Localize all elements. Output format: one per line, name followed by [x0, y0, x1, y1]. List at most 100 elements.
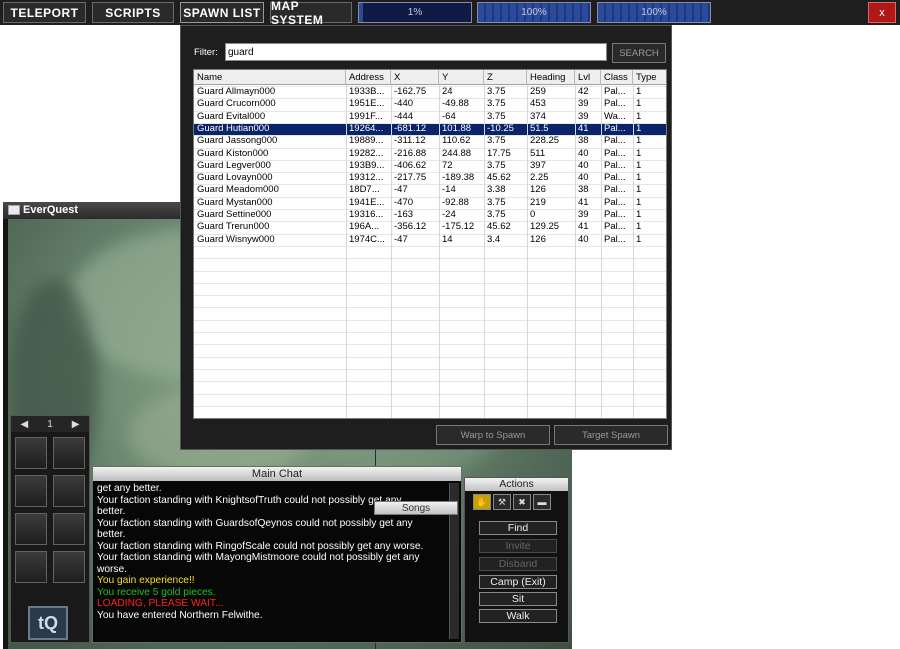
- table-row[interactable]: Guard Legver000 193B9... -406.62 72 3.75 397 4…: [194, 160, 666, 172]
- table-cell: -163: [394, 209, 414, 220]
- table-row[interactable]: Guard Crucorn000 1951E... -440 -49.88 3.75 45…: [194, 98, 666, 110]
- table-cell: 39: [578, 110, 589, 122]
- table-row[interactable]: Guard Hutian000 19264... -681.12 101.88 -10.…: [194, 122, 666, 135]
- disband-button[interactable]: Disband: [479, 557, 557, 571]
- table-cell: 19264...: [349, 122, 384, 134]
- map-system-button[interactable]: MAP SYSTEM: [270, 0, 352, 27]
- table-cell: 1941E...: [349, 196, 385, 208]
- main-chat-title[interactable]: Main Chat: [93, 467, 461, 481]
- table-cell: 3.75: [487, 86, 506, 97]
- inventory-slot[interactable]: [15, 437, 47, 469]
- table-row[interactable]: Guard Evital000 1991F... -444 -64 3.75 374 39 W…: [194, 110, 666, 123]
- invite-button[interactable]: Invite: [479, 539, 557, 553]
- table-cell: 3.75: [487, 110, 506, 122]
- table-cell: 42: [578, 86, 589, 97]
- column-header[interactable]: Address: [346, 70, 391, 85]
- table-cell: 45.62: [487, 172, 511, 184]
- table-cell: 101.88: [442, 122, 472, 134]
- filter-input[interactable]: [225, 43, 607, 61]
- walk-button[interactable]: Walk: [479, 609, 557, 623]
- table-row[interactable]: Guard Allmayn000 1933B... -162.75 24 3.75 259…: [194, 86, 666, 98]
- arrow-right-icon[interactable]: ▶: [72, 419, 80, 430]
- inventory-slot[interactable]: [53, 437, 85, 469]
- table-cell: Guard Settine000: [197, 209, 272, 220]
- grid-line: [391, 85, 392, 418]
- chat-line: worse.: [97, 563, 128, 575]
- table-cell: -189.38: [442, 172, 475, 184]
- column-header[interactable]: X: [391, 70, 439, 85]
- actions-window: Actions ✋ ⚒ ✖ ▬ Find Invite Disband Camp (E…: [464, 477, 569, 643]
- main-tab-icon[interactable]: ✋: [473, 494, 491, 510]
- songs-window-title[interactable]: Songs: [374, 501, 458, 515]
- column-header[interactable]: Type: [633, 70, 666, 85]
- table-cell: 14: [442, 233, 453, 245]
- column-header[interactable]: Lvl: [575, 70, 601, 85]
- inventory-page: 1: [47, 418, 53, 430]
- table-cell: 45.62: [487, 221, 511, 233]
- teleport-button[interactable]: TELEPORT: [3, 2, 86, 23]
- actions-title[interactable]: Actions: [465, 478, 568, 491]
- table-cell: 19312...: [349, 172, 384, 184]
- table-cell: -470: [394, 196, 414, 208]
- inventory-slot[interactable]: [15, 513, 47, 545]
- table-cell: -681.12: [394, 122, 427, 134]
- table-row[interactable]: Guard Kiston000 19282... -216.88 244.88 17.7…: [194, 147, 666, 160]
- table-cell: 1951E...: [349, 98, 385, 110]
- column-header[interactable]: Class: [601, 70, 633, 85]
- table-cell: 259: [530, 86, 546, 97]
- inventory-slot[interactable]: [53, 475, 85, 507]
- table-row[interactable]: Guard Meadom000 18D7... -47 -14 3.38 126 38 Pal…: [194, 184, 666, 196]
- table-cell: 1: [636, 135, 642, 147]
- grid-line: [194, 270, 666, 272]
- table-cell: -47: [394, 233, 408, 245]
- table-cell: 1: [636, 98, 642, 110]
- grid-line: [527, 85, 528, 418]
- column-header[interactable]: Heading: [527, 70, 575, 85]
- table-cell: Guard Jassong000: [197, 135, 278, 147]
- table-cell: 40: [578, 147, 589, 159]
- sit-button[interactable]: Sit: [479, 592, 557, 606]
- abilities-tab-icon[interactable]: ✖: [513, 494, 531, 510]
- inventory-slot[interactable]: [53, 551, 85, 583]
- column-header[interactable]: Z: [484, 70, 527, 85]
- scripts-button[interactable]: SCRIPTS: [92, 2, 174, 23]
- top-toolbar: TELEPORT SCRIPTS SPAWN LIST MAP SYSTEM 1…: [0, 0, 900, 27]
- chat-line: Your faction standing with RingofScale c…: [97, 540, 424, 552]
- social-tab-icon[interactable]: ▬: [533, 494, 551, 510]
- table-cell: -216.88: [394, 147, 427, 159]
- grid-line: [194, 381, 666, 383]
- grid-line: [484, 85, 485, 418]
- camp-exit-button[interactable]: Camp (Exit): [479, 575, 557, 589]
- inventory-slot[interactable]: [15, 475, 47, 507]
- table-row[interactable]: Guard Trerun000 196A... -356.12 -175.12 45.6…: [194, 221, 666, 233]
- grid-line: [194, 307, 666, 309]
- inventory-slot[interactable]: [15, 551, 47, 583]
- table-row[interactable]: Guard Wisnyw000 1974C... -47 14 3.4 126 40 Pal.…: [194, 233, 666, 246]
- column-header[interactable]: Y: [439, 70, 484, 85]
- table-row[interactable]: Guard Jassong000 19889... -311.12 110.62 3.7…: [194, 135, 666, 147]
- table-row[interactable]: Guard Mystan000 1941E... -470 -92.88 3.75 219…: [194, 196, 666, 209]
- warp-to-spawn-button[interactable]: Warp to Spawn: [436, 425, 550, 445]
- grid-line: [575, 85, 576, 418]
- table-row[interactable]: Guard Settine000 19316... -163 -24 3.75 0 39 Pa…: [194, 209, 666, 221]
- search-button[interactable]: SEARCH: [612, 43, 666, 63]
- inventory-slot[interactable]: [53, 513, 85, 545]
- arrow-left-icon[interactable]: ◀: [21, 419, 29, 430]
- close-button[interactable]: x: [868, 2, 896, 23]
- grid-line: [194, 245, 666, 247]
- tq-logo[interactable]: tQ: [28, 606, 68, 640]
- table-cell: 196A...: [349, 221, 380, 233]
- find-button[interactable]: Find: [479, 521, 557, 535]
- table-cell: 1: [636, 147, 642, 159]
- column-header[interactable]: Name: [194, 70, 346, 85]
- table-cell: 1: [636, 86, 642, 97]
- target-spawn-button[interactable]: Target Spawn: [554, 425, 668, 445]
- grid-line: [194, 221, 666, 223]
- combat-tab-icon[interactable]: ⚒: [493, 494, 511, 510]
- spawn-list-button[interactable]: SPAWN LIST: [180, 2, 264, 23]
- table-cell: 39: [578, 98, 589, 110]
- chat-line: You receive 5 gold pieces.: [97, 586, 216, 598]
- table-cell: Guard Evital000: [197, 110, 266, 122]
- table-row[interactable]: Guard Lovayn000 19312... -217.75 -189.38 45.…: [194, 172, 666, 184]
- table-cell: 228.25: [530, 135, 560, 147]
